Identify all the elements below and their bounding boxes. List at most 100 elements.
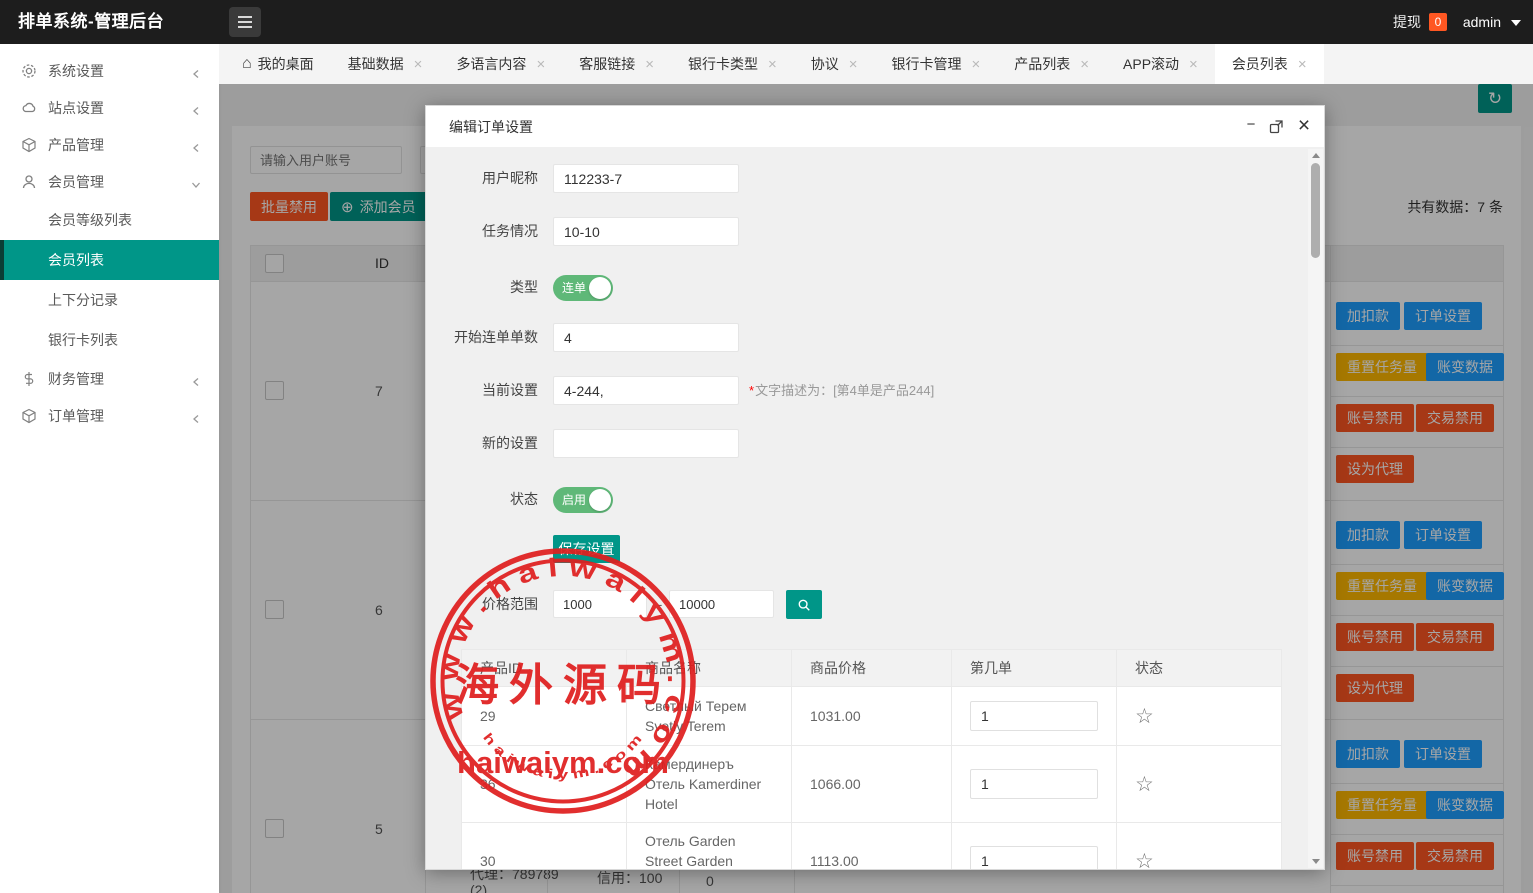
- save-settings-button[interactable]: 保存设置: [553, 535, 620, 563]
- status-toggle[interactable]: 启用: [553, 487, 613, 513]
- tab-multilang[interactable]: 多语言内容×: [439, 44, 562, 84]
- sidebar-item-member-level-list[interactable]: 会员等级列表: [0, 200, 219, 240]
- product-table: 产品ID 商品名称 商品价格 第几单 状态 29 Светлый Терем S…: [461, 649, 1282, 869]
- tab-basic-data[interactable]: 基础数据×: [331, 44, 440, 84]
- chevron-left-icon: [191, 66, 201, 76]
- order-number-input[interactable]: [970, 701, 1098, 731]
- top-header: 排单系统-管理后台 提现 0 admin: [0, 0, 1533, 44]
- close-tab-icon[interactable]: ×: [849, 56, 858, 73]
- withdraw-count-badge: 0: [1429, 13, 1447, 31]
- chevron-down-icon: [191, 177, 201, 187]
- chevron-left-icon: [191, 103, 201, 113]
- product-id-cell: 29: [462, 687, 627, 746]
- price-search-button[interactable]: [786, 590, 822, 619]
- sidebar-item-bankcard-list[interactable]: 银行卡列表: [0, 320, 219, 360]
- modal-titlebar: 编辑订单设置 − ×: [426, 106, 1324, 148]
- close-tab-icon[interactable]: ×: [768, 56, 777, 73]
- new-setting-label: 新的设置: [426, 429, 538, 458]
- product-price-cell: 1031.00: [792, 687, 952, 746]
- col-product-name: 商品名称: [627, 650, 792, 687]
- chevron-left-icon: [191, 140, 201, 150]
- tab-card-type[interactable]: 银行卡类型×: [671, 44, 794, 84]
- hamburger-icon: [238, 16, 252, 18]
- tab-product-list[interactable]: 产品列表×: [997, 44, 1106, 84]
- type-toggle[interactable]: 连单: [553, 275, 613, 301]
- task-status-input[interactable]: [553, 217, 739, 246]
- star-icon[interactable]: ☆: [1135, 705, 1154, 728]
- price-range-label: 价格范围: [426, 590, 538, 619]
- tab-agreement[interactable]: 协议×: [794, 44, 875, 84]
- user-menu[interactable]: admin: [1463, 0, 1501, 44]
- modal-body: 用户昵称 任务情况 类型 连单 开始连单单数 当前设置 *文字描述为：[第4单是…: [426, 148, 1324, 869]
- close-tab-icon[interactable]: ×: [645, 56, 654, 73]
- current-setting-input[interactable]: [553, 376, 739, 405]
- close-tab-icon[interactable]: ×: [536, 56, 545, 73]
- sidebar-item-order-mgmt[interactable]: 订单管理: [0, 397, 219, 434]
- minimize-icon[interactable]: −: [1242, 106, 1260, 146]
- close-icon[interactable]: ×: [1294, 106, 1314, 146]
- col-product-price: 商品价格: [792, 650, 952, 687]
- current-setting-hint: *文字描述为：[第4单是产品244]: [749, 376, 934, 405]
- sidebar-item-product-mgmt[interactable]: 产品管理: [0, 126, 219, 163]
- tab-cs-link[interactable]: 客服链接×: [562, 44, 671, 84]
- sidebar-item-member-mgmt[interactable]: 会员管理: [0, 163, 219, 200]
- price-min-input[interactable]: [553, 590, 647, 618]
- home-icon: ⌂: [242, 55, 252, 73]
- start-count-label: 开始连单单数: [426, 323, 538, 352]
- maximize-icon[interactable]: [1269, 119, 1284, 134]
- chevron-left-icon: [191, 374, 201, 384]
- close-tab-icon[interactable]: ×: [1189, 56, 1198, 73]
- star-icon[interactable]: ☆: [1135, 773, 1154, 796]
- start-count-input[interactable]: [553, 323, 739, 352]
- product-price-cell: 1113.00: [792, 823, 952, 870]
- close-tab-icon[interactable]: ×: [1298, 56, 1307, 73]
- order-number-input[interactable]: [970, 769, 1098, 799]
- user-icon: [21, 174, 37, 190]
- cube-icon: [21, 408, 37, 424]
- withdraw-menu[interactable]: 提现: [1393, 0, 1421, 44]
- chevron-left-icon: [191, 411, 201, 421]
- sidebar-toggle-button[interactable]: [229, 7, 261, 37]
- tab-card-mgmt[interactable]: 银行卡管理×: [875, 44, 998, 84]
- product-name-cell: Светлый Терем Svetly Terem: [627, 687, 792, 746]
- table-row: 29 Светлый Терем Svetly Terem 1031.00 ☆: [462, 687, 1282, 746]
- scroll-down-icon[interactable]: [1312, 859, 1320, 864]
- sidebar-item-system-settings[interactable]: 系统设置: [0, 52, 219, 89]
- close-tab-icon[interactable]: ×: [972, 56, 981, 73]
- new-setting-input[interactable]: [553, 429, 739, 458]
- close-tab-icon[interactable]: ×: [1080, 56, 1089, 73]
- product-name-cell: Отель Garden Street Garden Street Hotel: [627, 823, 792, 870]
- modal-title: 编辑订单设置: [449, 106, 533, 148]
- task-status-label: 任务情况: [426, 217, 538, 246]
- toggle-knob: [589, 277, 611, 299]
- sidebar-item-updown-records[interactable]: 上下分记录: [0, 280, 219, 320]
- nickname-label: 用户昵称: [426, 164, 538, 193]
- search-icon: [797, 597, 811, 613]
- dollar-icon: [21, 371, 37, 387]
- star-icon[interactable]: ☆: [1135, 850, 1154, 870]
- app-root: 排单系统-管理后台 提现 0 admin ⌂ 我的桌面 基础数据× 多语言内容×…: [0, 0, 1533, 893]
- caret-down-icon: [1511, 20, 1521, 26]
- sidebar-item-member-list[interactable]: 会员列表: [0, 240, 219, 280]
- scrollbar-thumb[interactable]: [1311, 163, 1320, 258]
- cloud-icon: [21, 100, 37, 116]
- price-max-input[interactable]: [669, 590, 774, 618]
- table-row: 36 Камердинеръ Отель Kamerdiner Hotel 10…: [462, 746, 1282, 823]
- status-label: 状态: [426, 486, 538, 513]
- sidebar-item-site-settings[interactable]: 站点设置: [0, 89, 219, 126]
- close-tab-icon[interactable]: ×: [414, 56, 423, 73]
- tab-app-scroll[interactable]: APP滚动×: [1106, 44, 1215, 84]
- nickname-input[interactable]: [553, 164, 739, 193]
- scroll-up-icon[interactable]: [1312, 153, 1320, 158]
- tab-member-list[interactable]: 会员列表×: [1215, 44, 1324, 84]
- col-status: 状态: [1117, 650, 1282, 687]
- tab-bar: ⌂ 我的桌面 基础数据× 多语言内容× 客服链接× 银行卡类型× 协议× 银行卡…: [219, 44, 1533, 84]
- edit-order-settings-modal: 编辑订单设置 − × 用户昵称 任务情况 类型 连单 开始连单单数 当前设置 *…: [425, 105, 1325, 870]
- order-number-input[interactable]: [970, 846, 1098, 869]
- modal-scrollbar[interactable]: [1308, 149, 1323, 868]
- col-product-id: 产品ID: [462, 650, 627, 687]
- sidebar-item-finance-mgmt[interactable]: 财务管理: [0, 360, 219, 397]
- product-name-cell: Камердинеръ Отель Kamerdiner Hotel: [627, 746, 792, 823]
- product-id-cell: 36: [462, 746, 627, 823]
- tab-desktop[interactable]: ⌂ 我的桌面: [225, 44, 331, 84]
